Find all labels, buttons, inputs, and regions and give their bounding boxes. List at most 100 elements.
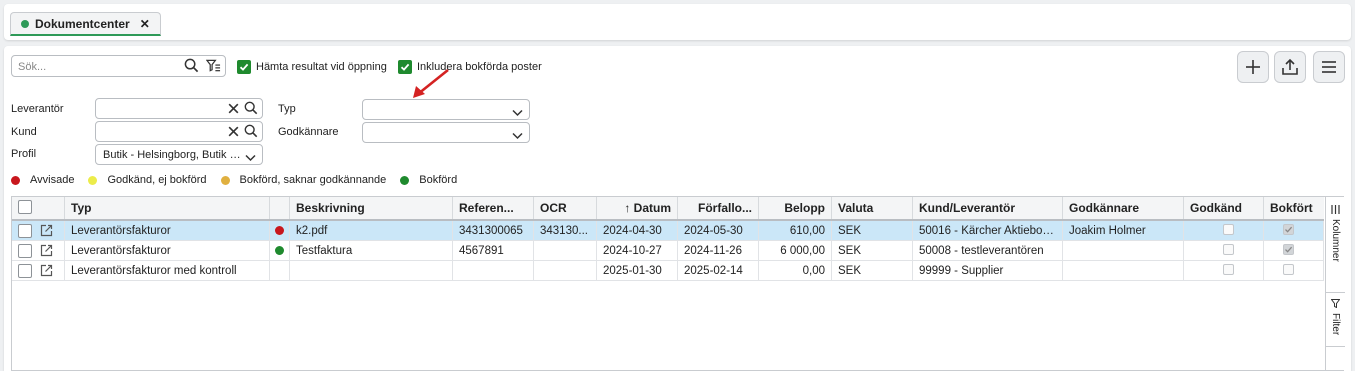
- cell-ocr: [534, 241, 597, 261]
- cell-referens: [453, 261, 534, 281]
- export-button[interactable]: [1274, 51, 1306, 83]
- row-checkbox[interactable]: [18, 244, 32, 258]
- cell-godkannare: [1063, 241, 1184, 261]
- legend-label: Godkänd, ej bokförd: [107, 174, 207, 186]
- status-cell: [270, 221, 290, 241]
- cell-kund: 99999 - Supplier: [913, 261, 1063, 281]
- cell-forfallo: 2024-11-26: [678, 241, 759, 261]
- bokfort-cell: [1264, 221, 1324, 241]
- row-select-cell: [12, 261, 65, 281]
- typ-label: Typ: [278, 103, 296, 115]
- col-bokfort[interactable]: Bokfört: [1264, 197, 1324, 219]
- close-icon[interactable]: ✕: [140, 17, 150, 31]
- cell-beskrivning: [290, 261, 453, 281]
- col-referens[interactable]: Referen...: [453, 197, 534, 219]
- col-datum[interactable]: ↑ Datum: [597, 197, 678, 219]
- filter-panel-button[interactable]: Filter: [1326, 293, 1345, 347]
- bokfort-checkbox: [1283, 244, 1294, 255]
- menu-button[interactable]: [1313, 51, 1345, 83]
- cell-belopp: 6 000,00: [759, 241, 832, 261]
- table-row[interactable]: Leverantörsfakturor med kontroll 2025-01-…: [12, 261, 1324, 281]
- add-button[interactable]: [1237, 51, 1269, 83]
- table-row[interactable]: Leverantörsfakturor Testfaktura 4567891 202…: [12, 241, 1324, 261]
- bokfort-checkbox: [1283, 264, 1294, 275]
- columns-panel-button[interactable]: Kolumner: [1326, 197, 1345, 293]
- filter-list-icon[interactable]: [205, 59, 221, 76]
- cell-typ: Leverantörsfakturor: [65, 221, 270, 241]
- typ-select[interactable]: [362, 99, 530, 120]
- search-icon[interactable]: [244, 101, 258, 118]
- legend-item-avvisade: Avvisade: [11, 174, 74, 186]
- kund-label: Kund: [11, 126, 37, 138]
- legend-dot: [88, 175, 98, 185]
- tab-label: Dokumentcenter: [35, 16, 130, 31]
- cell-godkannare: Joakim Holmer: [1063, 221, 1184, 241]
- cell-valuta: SEK: [832, 221, 913, 241]
- table-row[interactable]: Leverantörsfakturor k2.pdf 3431300065 34313…: [12, 221, 1324, 241]
- row-checkbox[interactable]: [18, 264, 32, 278]
- legend-label: Bokförd, saknar godkännande: [239, 174, 387, 186]
- col-kund[interactable]: Kund/Leverantör: [913, 197, 1063, 219]
- open-external-icon[interactable]: [40, 244, 53, 257]
- clear-icon[interactable]: [227, 125, 240, 141]
- cell-referens: 4567891: [453, 241, 534, 261]
- status-cell: [270, 261, 290, 281]
- cell-ocr: [534, 261, 597, 281]
- col-beskrivning[interactable]: Beskrivning: [290, 197, 453, 219]
- leverantor-label: Leverantör: [11, 103, 64, 115]
- row-checkbox[interactable]: [18, 224, 32, 238]
- cell-beskrivning: k2.pdf: [290, 221, 453, 241]
- row-select-cell: [12, 221, 65, 241]
- status-cell: [270, 241, 290, 261]
- cell-valuta: SEK: [832, 241, 913, 261]
- col-godkand[interactable]: Godkänd: [1184, 197, 1264, 219]
- godkand-checkbox: [1223, 264, 1234, 275]
- search-icon[interactable]: [184, 58, 199, 76]
- godkand-checkbox: [1223, 224, 1234, 235]
- search-input[interactable]: [18, 59, 178, 74]
- cell-forfallo: 2025-02-14: [678, 261, 759, 281]
- hamburger-icon: [1322, 61, 1336, 73]
- godkand-checkbox: [1223, 244, 1234, 255]
- legend-item-bokford: Bokförd: [400, 174, 457, 186]
- godkand-cell: [1184, 221, 1264, 241]
- col-ocr[interactable]: OCR: [534, 197, 597, 219]
- open-external-icon[interactable]: [40, 264, 53, 277]
- status-dot: [275, 246, 284, 255]
- cell-belopp: 610,00: [759, 221, 832, 241]
- legend-label: Bokförd: [419, 174, 458, 186]
- fetch-on-open-checkbox[interactable]: Hämta resultat vid öppning: [237, 60, 387, 74]
- col-belopp[interactable]: Belopp: [759, 197, 832, 219]
- bokfort-cell: [1264, 261, 1324, 281]
- leverantor-field[interactable]: [95, 98, 263, 119]
- legend-dot: [400, 175, 410, 185]
- cell-godkannare: [1063, 261, 1184, 281]
- cell-typ: Leverantörsfakturor: [65, 241, 270, 261]
- tab-dokumentcenter[interactable]: Dokumentcenter ✕: [10, 12, 161, 36]
- cell-kund: 50008 - testleverantören: [913, 241, 1063, 261]
- profil-select[interactable]: Butik - Helsingborg, Butik - Ku...: [95, 144, 263, 165]
- col-typ[interactable]: Typ: [65, 197, 270, 219]
- clear-icon[interactable]: [227, 102, 240, 118]
- status-dot: [275, 226, 284, 235]
- select-all-checkbox[interactable]: [18, 200, 32, 214]
- godkannare-select[interactable]: [362, 122, 530, 143]
- kund-field[interactable]: [95, 121, 263, 142]
- profil-label: Profil: [11, 148, 37, 160]
- legend-item-godkand: Godkänd, ej bokförd: [88, 174, 207, 186]
- cell-ocr: 343130...: [534, 221, 597, 241]
- document-grid: Typ Beskrivning Referen... OCR ↑ Datum F…: [11, 196, 1345, 371]
- profil-value: Butik - Helsingborg, Butik - Ku...: [103, 149, 243, 161]
- grid-side-panel: Kolumner Filter: [1325, 197, 1345, 370]
- col-godkannare[interactable]: Godkännare: [1063, 197, 1184, 219]
- grid-header: Typ Beskrivning Referen... OCR ↑ Datum F…: [12, 197, 1324, 221]
- cell-belopp: 0,00: [759, 261, 832, 281]
- tab-bar: Dokumentcenter ✕: [4, 4, 1351, 40]
- col-valuta[interactable]: Valuta: [832, 197, 913, 219]
- col-status: [270, 197, 290, 219]
- search-icon[interactable]: [244, 124, 258, 141]
- open-external-icon[interactable]: [40, 224, 53, 237]
- bokfort-cell: [1264, 241, 1324, 261]
- cell-kund: 50016 - Kärcher Aktiebolag: [913, 221, 1063, 241]
- col-forfallo[interactable]: Förfallo...: [678, 197, 759, 219]
